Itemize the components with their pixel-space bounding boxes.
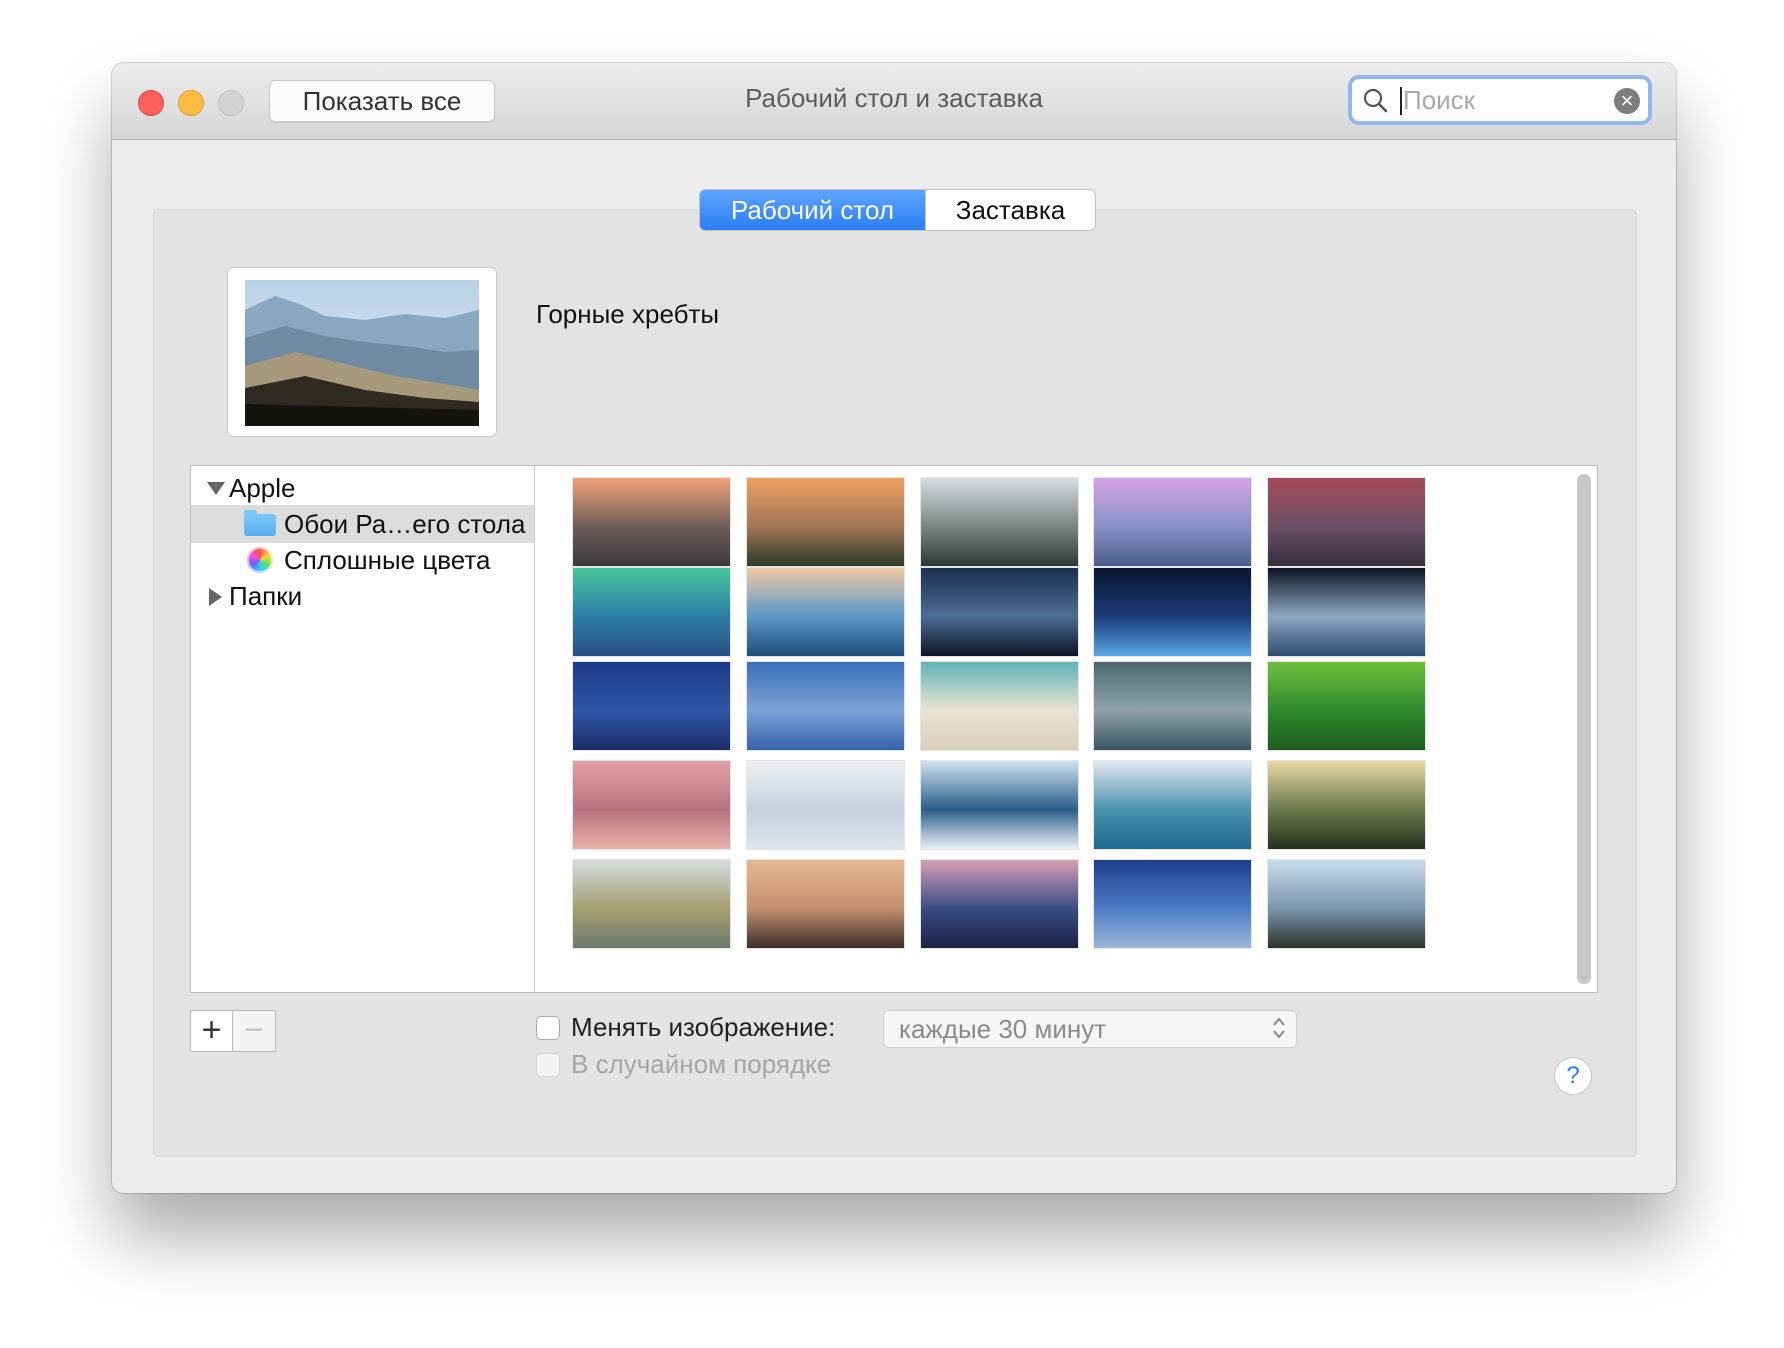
tree-group-folders[interactable]: Папки bbox=[191, 577, 534, 615]
disclosure-closed-icon[interactable] bbox=[209, 588, 222, 606]
disclosure-open-icon[interactable] bbox=[207, 482, 225, 495]
sidebar-item-solid-colors[interactable]: Сплошные цвета bbox=[191, 541, 534, 579]
interval-popup[interactable]: каждые 30 минут bbox=[883, 1010, 1297, 1048]
wallpaper-thumbnail-blue-lake-trees[interactable] bbox=[1094, 761, 1251, 849]
wallpaper-thumbnail-blue-wave-sunset[interactable] bbox=[747, 568, 904, 656]
sidebar-item-desktop-pictures[interactable]: Обои Ра…его стола bbox=[191, 505, 534, 543]
wallpaper-thumbnail-beach-shore[interactable] bbox=[921, 662, 1078, 750]
change-picture-checkbox[interactable] bbox=[536, 1016, 560, 1040]
wallpaper-thumbnail-rice-terraces[interactable] bbox=[1268, 662, 1425, 750]
wallpaper-browser: Apple Обои Ра…его стола Сплошные цвета П… bbox=[190, 465, 1598, 993]
random-order-label: В случайном порядке bbox=[571, 1049, 832, 1079]
wallpaper-thumbnail-andromeda-galaxy[interactable] bbox=[921, 568, 1078, 656]
color-wheel-icon bbox=[247, 547, 273, 573]
wallpaper-thumbnail-earth-from-orbit[interactable] bbox=[1268, 568, 1425, 656]
wallpaper-name: Горные хребты bbox=[536, 299, 720, 329]
tab-desktop[interactable]: Рабочий стол bbox=[700, 190, 925, 230]
random-order-checkbox[interactable] bbox=[536, 1053, 560, 1077]
add-folder-button[interactable]: + bbox=[190, 1010, 233, 1052]
tab-bar: Рабочий стол Заставка bbox=[699, 189, 1096, 231]
change-picture-label: Менять изображение: bbox=[571, 1012, 836, 1042]
wallpaper-thumbnail-milky-way-blue[interactable] bbox=[573, 662, 730, 750]
folder-icon bbox=[244, 510, 276, 536]
wallpaper-thumbnail-yosemite-snow[interactable] bbox=[921, 478, 1078, 566]
tree-group-apple[interactable]: Apple bbox=[191, 469, 534, 507]
title-bar: Показать все Рабочий стол и заставка Пои… bbox=[112, 63, 1676, 140]
help-button[interactable]: ? bbox=[1554, 1057, 1592, 1095]
search-icon bbox=[1363, 88, 1388, 113]
wallpaper-thumbnail-pink-sand-dunes[interactable] bbox=[573, 761, 730, 849]
preferences-window: Показать все Рабочий стол и заставка Пои… bbox=[112, 63, 1676, 1193]
wallpaper-thumbnail-lake-mountain-dusk[interactable] bbox=[921, 860, 1078, 948]
wallpaper-thumbnail-island-sunset-lake[interactable] bbox=[747, 860, 904, 948]
sidebar-item-label: Обои Ра…его стола bbox=[284, 509, 526, 539]
wallpaper-thumbnail-snow-drifts[interactable] bbox=[747, 761, 904, 849]
text-caret bbox=[1400, 87, 1402, 115]
wallpaper-thumbnail-misty-forest-light[interactable] bbox=[1268, 761, 1425, 849]
current-wallpaper-image bbox=[245, 280, 479, 426]
tree-group-label: Папки bbox=[229, 581, 303, 611]
wallpaper-thumbnail-el-capitan-sunset[interactable] bbox=[747, 478, 904, 566]
add-remove-controls: + − bbox=[190, 1010, 276, 1052]
current-wallpaper-preview bbox=[227, 267, 497, 437]
up-down-arrows-icon bbox=[1273, 1017, 1285, 1039]
wallpaper-thumbnail-green-wave[interactable] bbox=[573, 568, 730, 656]
wallpaper-thumbnail-mountain-ridges[interactable] bbox=[1268, 860, 1425, 948]
wallpaper-thumbnail-autumn-fog-forest[interactable] bbox=[573, 860, 730, 948]
tree-group-label: Apple bbox=[229, 473, 296, 503]
wallpaper-thumbnail-earth-horizon-moon[interactable] bbox=[1094, 568, 1251, 656]
source-list: Apple Обои Ра…его стола Сплошные цвета П… bbox=[191, 466, 535, 992]
tab-screensaver[interactable]: Заставка bbox=[925, 190, 1095, 230]
vertical-scrollbar[interactable] bbox=[1577, 474, 1591, 984]
remove-folder-button[interactable]: − bbox=[233, 1010, 276, 1052]
wallpaper-grid bbox=[535, 466, 1597, 992]
wallpaper-thumbnail-yosemite-half-dome-sunset[interactable] bbox=[573, 478, 730, 566]
wallpaper-thumbnail-blue-horizon-sky[interactable] bbox=[1094, 860, 1251, 948]
interval-value: каждые 30 минут bbox=[899, 1014, 1107, 1044]
wallpaper-thumbnail-blue-sky-moon[interactable] bbox=[747, 662, 904, 750]
sidebar-item-label: Сплошные цвета bbox=[284, 545, 491, 575]
wallpaper-thumbnail-lake-rocks-dusk[interactable] bbox=[1268, 478, 1425, 566]
search-placeholder: Поиск bbox=[1403, 85, 1476, 115]
wallpaper-thumbnail-ice-cracks[interactable] bbox=[921, 761, 1078, 849]
wallpaper-thumbnail-storm-clouds[interactable] bbox=[1094, 662, 1251, 750]
wallpaper-thumbnail-half-dome-purple-sky[interactable] bbox=[1094, 478, 1251, 566]
search-field[interactable]: Поиск × bbox=[1348, 75, 1652, 125]
clear-search-icon[interactable]: × bbox=[1614, 88, 1640, 114]
